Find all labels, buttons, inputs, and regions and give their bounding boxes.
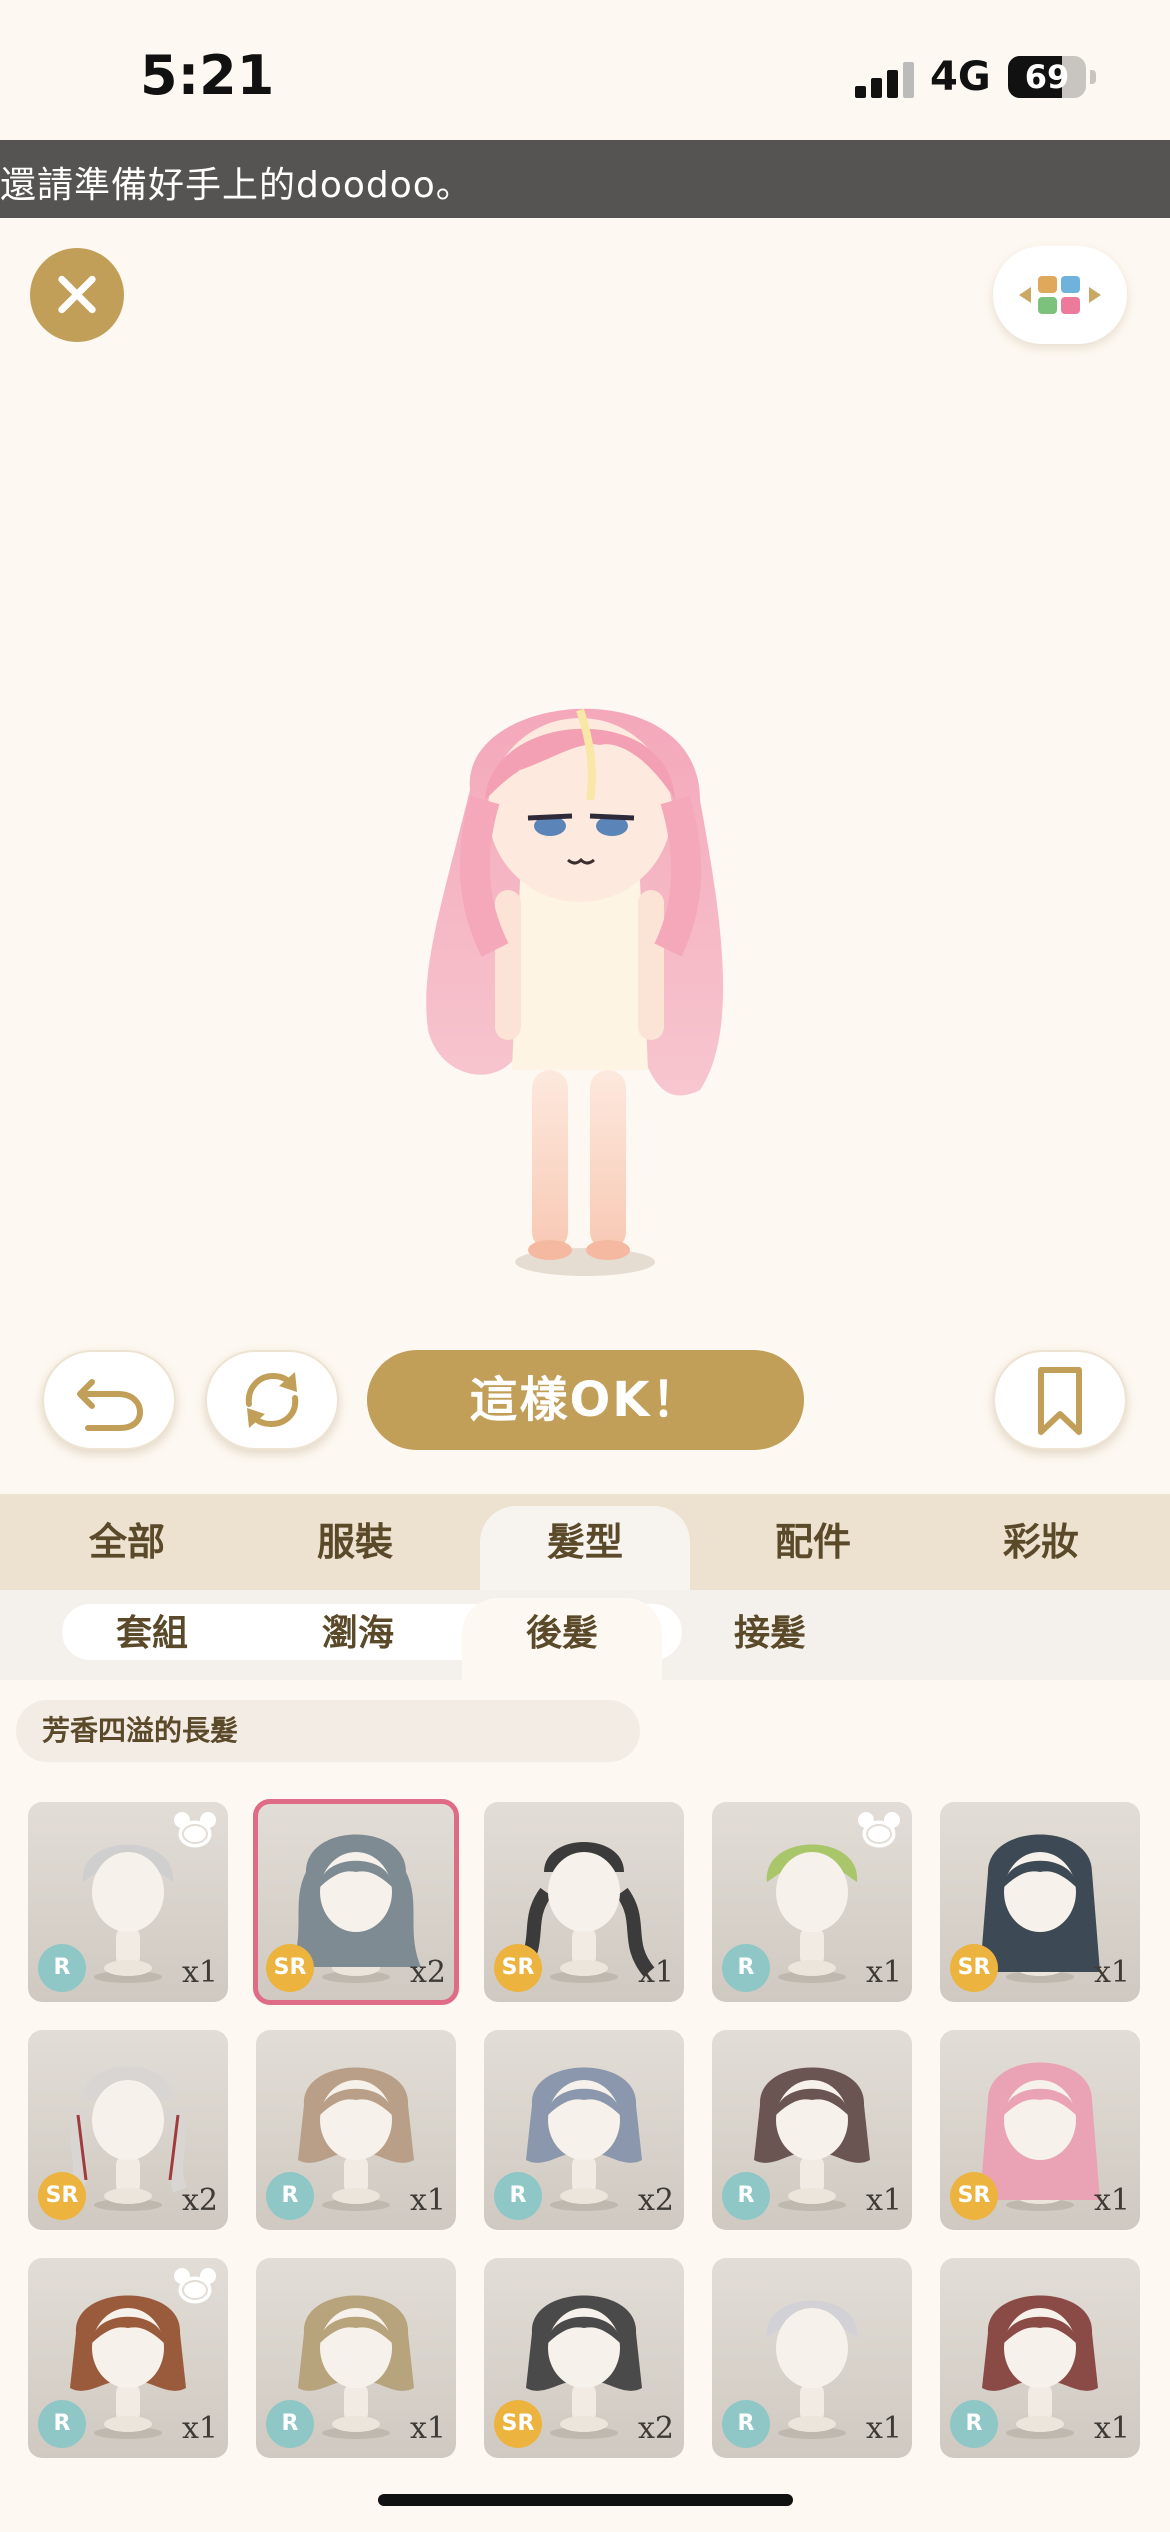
item-count: x1 [865, 1955, 902, 1990]
subtab-back-hair[interactable]: 後髮 [462, 1598, 662, 1680]
item-tile-selected[interactable]: SR x2 [253, 1799, 459, 2005]
rarity-badge: R [266, 2400, 314, 2448]
item-tile[interactable]: SR x1 [940, 1802, 1140, 2002]
rarity-badge: R [38, 1944, 86, 1992]
item-tile[interactable]: SR x2 [484, 2258, 684, 2458]
item-count: x2 [181, 2183, 218, 2218]
bear-icon [174, 1812, 216, 1848]
character-illustration [426, 708, 724, 1276]
item-count: x2 [637, 2411, 674, 2446]
item-tile[interactable]: SR x1 [940, 2030, 1140, 2230]
rarity-badge: SR [950, 1944, 998, 1992]
tab-all[interactable]: 全部 [22, 1494, 232, 1590]
rarity-badge: R [950, 2400, 998, 2448]
item-tile[interactable]: Rx1 [28, 2258, 228, 2458]
tab-hairstyle[interactable]: 髮型 [480, 1506, 690, 1590]
status-time: 5:21 [140, 44, 275, 107]
rarity-badge: R [722, 2400, 770, 2448]
item-count: x1 [865, 2411, 902, 2446]
rarity-badge: R [494, 2172, 542, 2220]
undo-button[interactable] [42, 1350, 176, 1450]
subtab-set[interactable]: 套組 [52, 1604, 252, 1664]
item-tile[interactable]: Rx1 [712, 1802, 912, 2002]
color-grid-icon [1019, 276, 1101, 314]
subtab-bangs[interactable]: 瀏海 [258, 1604, 458, 1664]
network-label: 4G [930, 54, 991, 100]
item-count: x1 [1093, 2411, 1130, 2446]
rarity-badge: R [722, 2172, 770, 2220]
battery-tip [1090, 70, 1096, 84]
subtab-extensions[interactable]: 接髮 [670, 1604, 870, 1664]
item-tile[interactable]: Rx2 [484, 2030, 684, 2230]
item-tile[interactable]: Rx1 [28, 1802, 228, 2002]
item-tile[interactable]: Rx1 [940, 2258, 1140, 2458]
signal-icon [855, 62, 915, 98]
battery-icon: 69 [1008, 56, 1086, 98]
rarity-badge: SR [950, 2172, 998, 2220]
undo-icon [77, 1379, 144, 1431]
item-count: x2 [637, 2183, 674, 2218]
category-tabs: 全部 服裝 髮型 配件 彩妝 [0, 1494, 1170, 1590]
item-count: x1 [409, 2411, 446, 2446]
tab-clothing[interactable]: 服裝 [250, 1494, 460, 1590]
rarity-badge: SR [494, 2400, 542, 2448]
bookmark-icon [1038, 1367, 1082, 1435]
item-tile[interactable]: Rx1 [256, 2030, 456, 2230]
rotate-button[interactable] [205, 1350, 339, 1450]
item-count: x1 [1093, 2183, 1130, 2218]
tab-makeup[interactable]: 彩妝 [936, 1494, 1146, 1590]
character-preview[interactable] [400, 650, 760, 1290]
announcement-text: 還請準備好手上的doodoo。 [0, 165, 473, 206]
selected-item-name: 芳香四溢的長髮 [16, 1700, 640, 1762]
status-bar: 5:21 4G 69 [0, 0, 1170, 140]
item-count: x1 [181, 1955, 218, 1990]
item-tile[interactable]: SR x1 [484, 1802, 684, 2002]
rarity-badge: SR [494, 1944, 542, 1992]
item-count: x1 [409, 2183, 446, 2218]
bear-icon [858, 1812, 900, 1848]
item-tile[interactable]: Rx1 [256, 2258, 456, 2458]
rarity-badge: R [266, 2172, 314, 2220]
layout-toggle-button[interactable] [993, 246, 1127, 344]
confirm-ok-button[interactable]: 這樣OK！ [367, 1350, 804, 1450]
item-tile[interactable]: Rx1 [712, 2030, 912, 2230]
announcement-marquee: 還請準備好手上的doodoo。 [0, 140, 1170, 218]
item-count: x1 [865, 2183, 902, 2218]
item-tile[interactable]: Rx1 [712, 2258, 912, 2458]
bookmark-button[interactable] [993, 1350, 1127, 1450]
item-count: x1 [181, 2411, 218, 2446]
rotate-icon [245, 1372, 299, 1428]
rarity-badge: SR [38, 2172, 86, 2220]
rarity-badge: R [38, 2400, 86, 2448]
item-tile[interactable]: SR x2 [28, 2030, 228, 2230]
home-indicator[interactable] [378, 2494, 793, 2506]
bear-icon [174, 2268, 216, 2304]
item-count: x2 [409, 1955, 446, 1990]
close-button[interactable] [30, 248, 124, 342]
item-count: x1 [637, 1955, 674, 1990]
item-count: x1 [1093, 1955, 1130, 1990]
rarity-badge: SR [266, 1944, 314, 1992]
rarity-badge: R [722, 1944, 770, 1992]
battery-percent: 69 [1024, 58, 1070, 96]
tab-accessories[interactable]: 配件 [708, 1494, 918, 1590]
